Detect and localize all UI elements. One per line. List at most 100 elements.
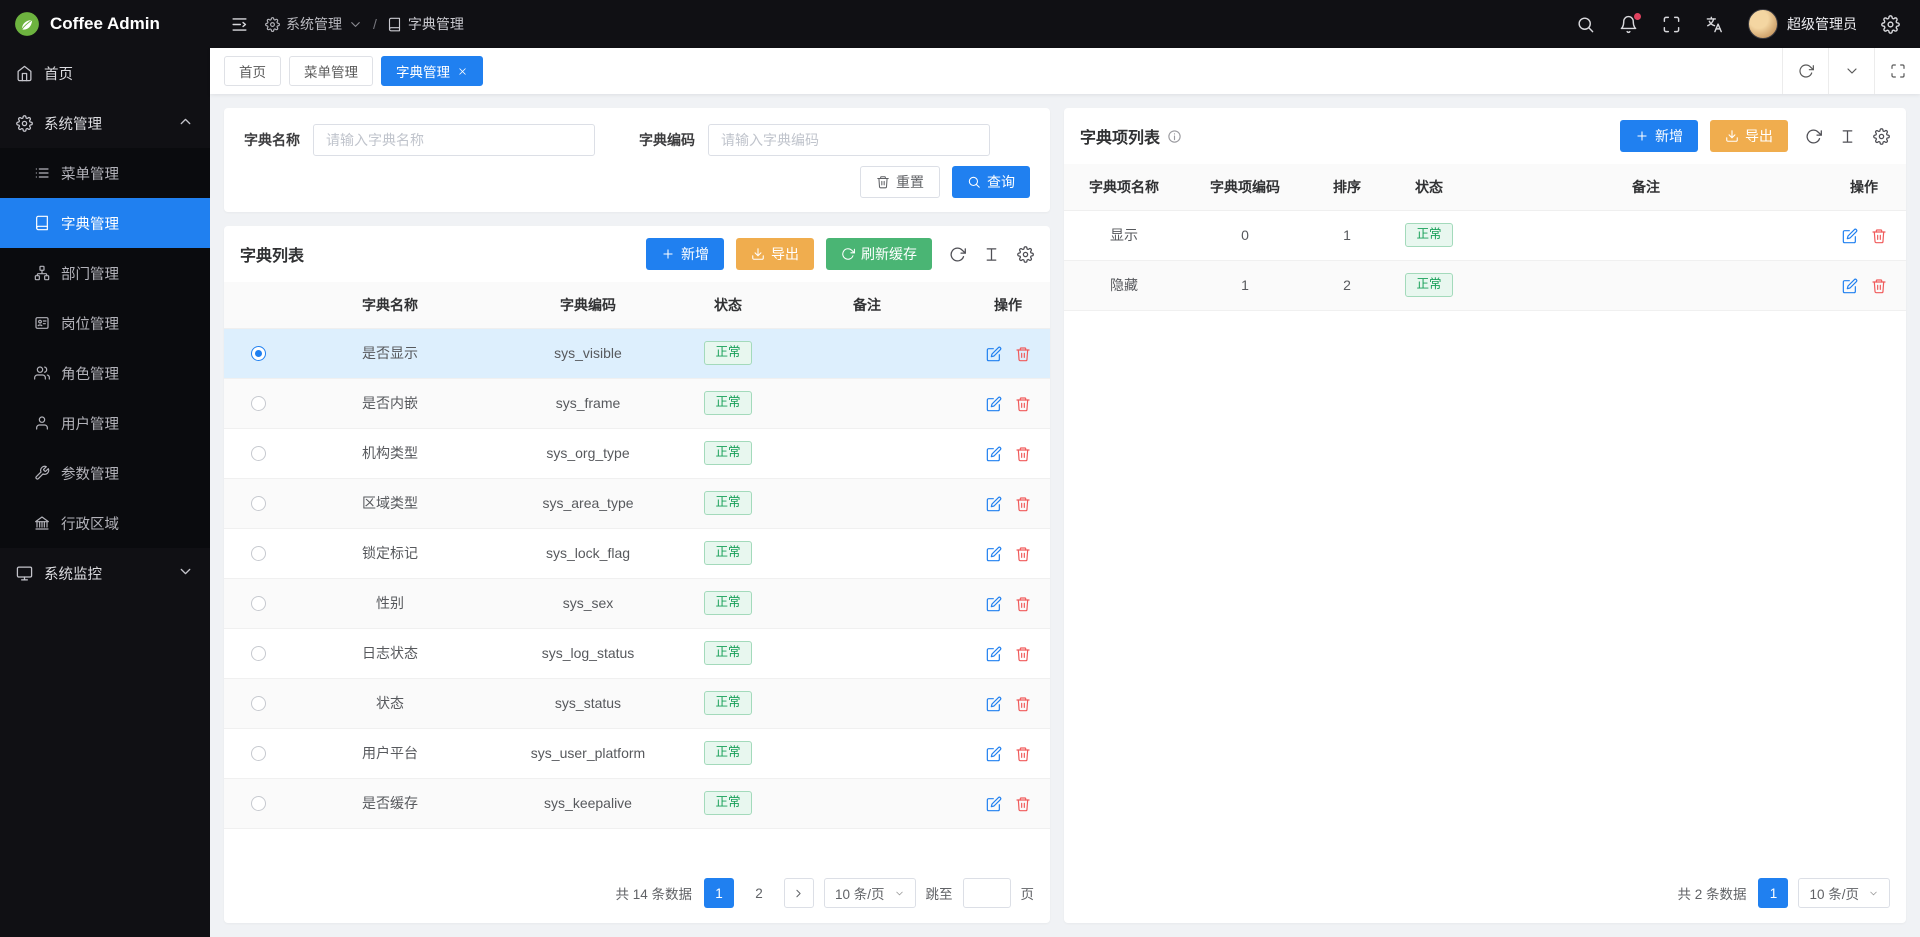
edit-icon[interactable] <box>986 596 1002 612</box>
settings-icon[interactable] <box>1881 15 1900 34</box>
row-radio[interactable] <box>251 496 266 511</box>
content-fullscreen-button[interactable] <box>1874 48 1920 94</box>
remark-cell <box>768 778 966 828</box>
reset-button[interactable]: 重置 <box>860 166 940 198</box>
table-row[interactable]: 是否显示sys_visible正常 <box>224 328 1050 378</box>
edit-icon[interactable] <box>986 646 1002 662</box>
row-radio[interactable] <box>251 746 266 761</box>
page-button-1[interactable]: 1 <box>704 878 734 908</box>
sidebar-item-dept-management[interactable]: 部门管理 <box>0 248 210 298</box>
sidebar-item-post-management[interactable]: 岗位管理 <box>0 298 210 348</box>
row-radio[interactable] <box>251 546 266 561</box>
table-row[interactable]: 区域类型sys_area_type正常 <box>224 478 1050 528</box>
table-row[interactable]: 日志状态sys_log_status正常 <box>224 628 1050 678</box>
table-row[interactable]: 显示01正常 <box>1064 210 1906 260</box>
query-button[interactable]: 查询 <box>952 166 1030 198</box>
delete-icon[interactable] <box>1871 228 1887 244</box>
sidebar-item-user-management[interactable]: 用户管理 <box>0 398 210 448</box>
user-menu[interactable]: 超级管理员 <box>1748 9 1857 39</box>
table-row[interactable]: 状态sys_status正常 <box>224 678 1050 728</box>
edit-icon[interactable] <box>1842 278 1858 294</box>
breadcrumb-system-management[interactable]: 系统管理 <box>265 14 363 34</box>
refresh-icon <box>1798 63 1814 79</box>
table-refresh-icon[interactable] <box>1805 128 1822 145</box>
row-radio[interactable] <box>251 596 266 611</box>
table-row[interactable]: 隐藏12正常 <box>1064 260 1906 310</box>
tab-dict-management[interactable]: 字典管理 <box>381 56 483 86</box>
table-row[interactable]: 性别sys_sex正常 <box>224 578 1050 628</box>
edit-icon[interactable] <box>986 446 1002 462</box>
row-radio[interactable] <box>251 396 266 411</box>
edit-icon[interactable] <box>986 796 1002 812</box>
tab-menu-management[interactable]: 菜单管理 <box>289 56 373 86</box>
dict-name-input[interactable] <box>313 124 595 156</box>
row-radio[interactable] <box>251 796 266 811</box>
table-settings-icon[interactable] <box>1017 246 1034 263</box>
delete-icon[interactable] <box>1015 396 1031 412</box>
jump-page-input[interactable] <box>963 878 1011 908</box>
delete-icon[interactable] <box>1015 446 1031 462</box>
delete-icon[interactable] <box>1015 346 1031 362</box>
sidebar-item-role-management[interactable]: 角色管理 <box>0 348 210 398</box>
fullscreen-icon[interactable] <box>1662 15 1681 34</box>
refresh-cache-button[interactable]: 刷新缓存 <box>826 238 932 270</box>
column-header: 备注 <box>1470 164 1822 210</box>
row-radio[interactable] <box>251 646 266 661</box>
table-row[interactable]: 锁定标记sys_lock_flag正常 <box>224 528 1050 578</box>
delete-icon[interactable] <box>1015 696 1031 712</box>
delete-icon[interactable] <box>1015 546 1031 562</box>
row-radio[interactable] <box>251 446 266 461</box>
export-dict-button[interactable]: 导出 <box>736 238 814 270</box>
edit-icon[interactable] <box>986 696 1002 712</box>
next-page-button[interactable] <box>784 878 814 908</box>
delete-icon[interactable] <box>1871 278 1887 294</box>
row-radio[interactable] <box>251 696 266 711</box>
add-dict-button[interactable]: 新增 <box>646 238 724 270</box>
table-settings-icon[interactable] <box>1873 128 1890 145</box>
notifications-button[interactable] <box>1619 15 1638 34</box>
page-size-select[interactable]: 10 条/页 <box>824 878 916 908</box>
delete-icon[interactable] <box>1015 646 1031 662</box>
export-items-button[interactable]: 导出 <box>1710 120 1788 152</box>
close-icon[interactable] <box>457 66 468 77</box>
edit-icon[interactable] <box>986 746 1002 762</box>
refresh-page-button[interactable] <box>1782 48 1828 94</box>
translate-icon[interactable] <box>1705 15 1724 34</box>
page-size-select[interactable]: 10 条/页 <box>1798 878 1890 908</box>
delete-icon[interactable] <box>1015 596 1031 612</box>
sidebar-item-system-management[interactable]: 系统管理 <box>0 98 210 148</box>
tab-home[interactable]: 首页 <box>224 56 281 86</box>
sidebar-item-menu-management[interactable]: 菜单管理 <box>0 148 210 198</box>
table-row[interactable]: 机构类型sys_org_type正常 <box>224 428 1050 478</box>
sidebar-item-dict-management[interactable]: 字典管理 <box>0 198 210 248</box>
table-row[interactable]: 用户平台sys_user_platform正常 <box>224 728 1050 778</box>
delete-icon[interactable] <box>1015 496 1031 512</box>
add-item-button[interactable]: 新增 <box>1620 120 1698 152</box>
edit-icon[interactable] <box>986 396 1002 412</box>
sidebar-item-param-management[interactable]: 参数管理 <box>0 448 210 498</box>
delete-icon[interactable] <box>1015 746 1031 762</box>
density-icon[interactable] <box>1839 128 1856 145</box>
edit-icon[interactable] <box>1842 228 1858 244</box>
edit-icon[interactable] <box>986 346 1002 362</box>
page-button-1[interactable]: 1 <box>1758 878 1788 908</box>
sidebar-collapse-icon[interactable] <box>230 15 249 34</box>
row-radio[interactable] <box>251 346 266 361</box>
dict-code-input[interactable] <box>708 124 990 156</box>
density-icon[interactable] <box>983 246 1000 263</box>
tab-actions-dropdown[interactable] <box>1828 48 1874 94</box>
breadcrumb-dict-management[interactable]: 字典管理 <box>387 14 464 34</box>
delete-icon[interactable] <box>1015 796 1031 812</box>
breadcrumb: 系统管理 / 字典管理 <box>265 14 464 34</box>
page-button-2[interactable]: 2 <box>744 878 774 908</box>
edit-icon[interactable] <box>986 546 1002 562</box>
table-refresh-icon[interactable] <box>949 246 966 263</box>
sidebar-item-system-monitor[interactable]: 系统监控 <box>0 548 210 598</box>
table-row[interactable]: 是否缓存sys_keepalive正常 <box>224 778 1050 828</box>
app-logo[interactable]: Coffee Admin <box>0 0 210 48</box>
search-icon[interactable] <box>1576 15 1595 34</box>
sidebar-item-home[interactable]: 首页 <box>0 48 210 98</box>
table-row[interactable]: 是否内嵌sys_frame正常 <box>224 378 1050 428</box>
edit-icon[interactable] <box>986 496 1002 512</box>
sidebar-item-admin-region[interactable]: 行政区域 <box>0 498 210 548</box>
